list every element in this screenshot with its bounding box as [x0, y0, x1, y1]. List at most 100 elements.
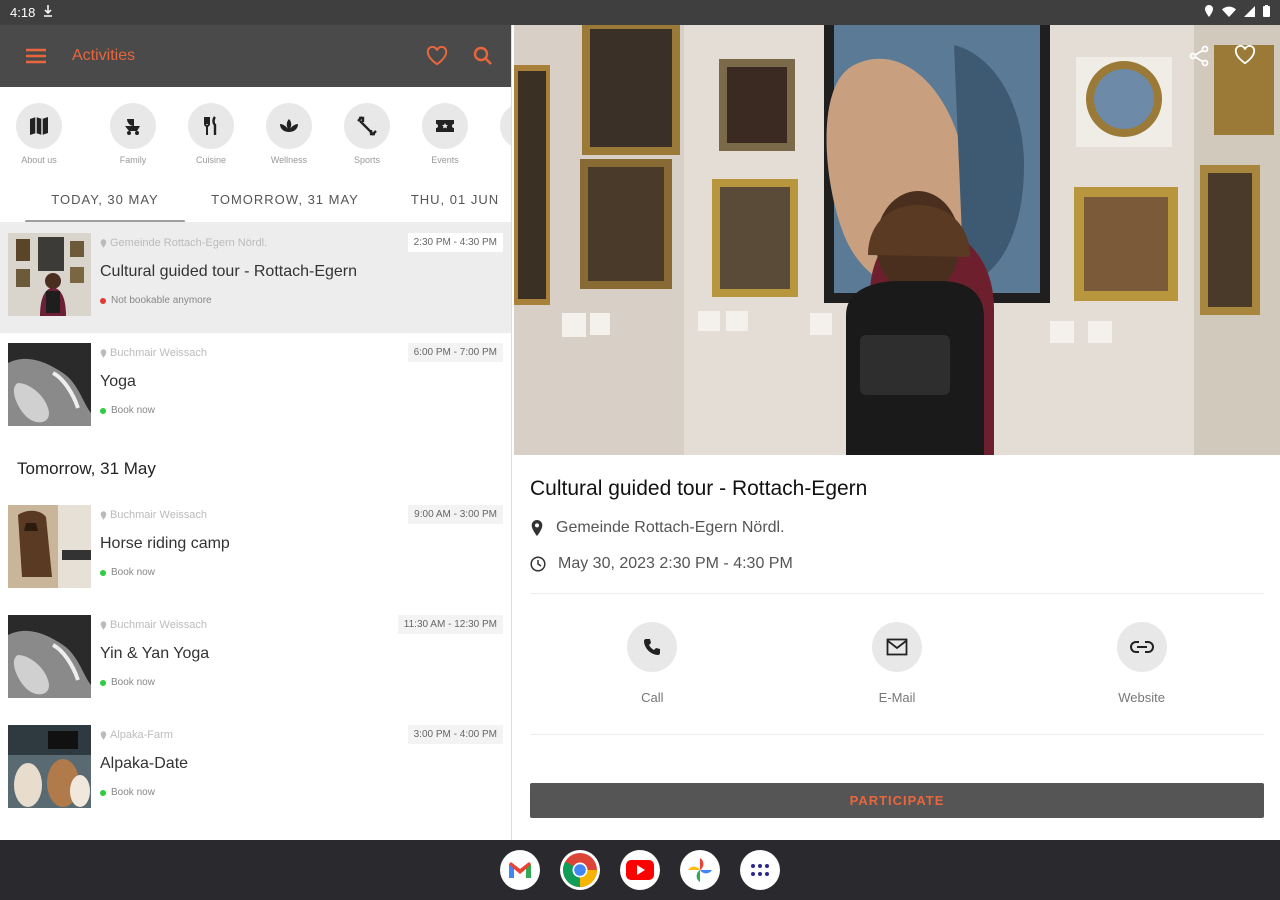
ticket-icon: [436, 120, 454, 132]
page-title: Activities: [72, 47, 136, 64]
category-cuisine[interactable]: Cuisine: [172, 103, 250, 177]
download-icon: [43, 5, 53, 20]
menu-icon[interactable]: [24, 44, 48, 68]
favorite-heart-icon[interactable]: [1234, 45, 1258, 69]
category-label: About us: [21, 155, 57, 165]
search-icon[interactable]: [471, 44, 495, 68]
gmail-icon[interactable]: [500, 850, 540, 890]
location-text: Buchmair Weissach: [110, 619, 207, 631]
status-dot: [100, 569, 106, 576]
activity-name: Alpaka-Date: [100, 755, 189, 772]
status-bar: 4:18: [0, 0, 1280, 25]
booking-status: Book now: [100, 787, 503, 798]
status-dot: [100, 789, 106, 796]
contact-actions: Call E-Mail Website: [530, 594, 1264, 734]
category-sports[interactable]: Sports: [328, 103, 406, 177]
map-icon: [30, 117, 48, 135]
hero-image: [514, 25, 1280, 455]
dumbbell-icon: [357, 116, 377, 136]
photos-icon[interactable]: [680, 850, 720, 890]
stroller-icon: [125, 119, 140, 135]
signal-icon: [1244, 5, 1255, 20]
battery-icon: [1263, 5, 1270, 20]
mail-icon: [886, 638, 908, 656]
status-dot: [100, 297, 106, 304]
section-header: Tomorrow, 31 May: [17, 459, 156, 478]
app-drawer-icon[interactable]: [740, 850, 780, 890]
tab-today[interactable]: TODAY, 30 MAY: [0, 177, 210, 222]
location-text: Buchmair Weissach: [110, 347, 207, 359]
list-item[interactable]: Buchmair Weissach 11:30 AM - 12:30 PM Yi…: [0, 605, 511, 715]
category-events[interactable]: Events: [406, 103, 484, 177]
location-pin-icon: [100, 238, 107, 248]
detail-title: Cultural guided tour - Rottach-Egern: [530, 477, 868, 500]
activity-thumbnail: [8, 725, 91, 808]
share-icon[interactable]: [1188, 45, 1212, 69]
detail-datetime: May 30, 2023 2:30 PM - 4:30 PM: [558, 555, 793, 572]
website-button[interactable]: Website: [1082, 622, 1202, 734]
list-item[interactable]: Gemeinde Rottach-Egern Nördl. 2:30 PM - …: [0, 223, 511, 333]
category-wellness[interactable]: Wellness: [250, 103, 328, 177]
action-label: Website: [1118, 690, 1165, 705]
activities-list-pane: Activities About us Family Cuisine Welln…: [0, 25, 512, 840]
status-time: 4:18: [10, 5, 36, 20]
clock-icon: [530, 556, 546, 572]
category-family[interactable]: Family: [94, 103, 172, 177]
time-badge: 6:00 PM - 7:00 PM: [407, 343, 503, 362]
detail-info: Cultural guided tour - Rottach-Egern Gem…: [514, 455, 1280, 735]
status-dot: [100, 407, 106, 414]
booking-status: Not bookable anymore: [100, 295, 503, 306]
wifi-icon: [1222, 5, 1236, 20]
category-label: Wellness: [270, 155, 308, 165]
list-item[interactable]: Alpaka-Farm 3:00 PM - 4:00 PM Alpaka-Dat…: [0, 715, 511, 825]
location-pin-icon: [100, 348, 107, 358]
location-status-icon: [1204, 5, 1214, 20]
location-text: Alpaka-Farm: [110, 729, 173, 741]
category-label: Family: [119, 155, 147, 165]
detail-location: Gemeinde Rottach-Egern Nördl.: [556, 519, 785, 536]
detail-location-row: Gemeinde Rottach-Egern Nördl.: [530, 519, 1264, 537]
tab-thursday[interactable]: THU, 01 JUN: [360, 177, 511, 222]
youtube-icon[interactable]: [620, 850, 660, 890]
category-more[interactable]: Ex: [484, 103, 511, 177]
location-pin-icon: [100, 510, 107, 520]
tab-tomorrow[interactable]: TOMORROW, 31 MAY: [210, 177, 360, 222]
status-text: Book now: [111, 405, 155, 416]
activity-name: Yin & Yan Yoga: [100, 645, 210, 662]
divider: [530, 734, 1264, 735]
status-dot: [100, 679, 106, 686]
category-about-us[interactable]: About us: [16, 103, 62, 177]
category-bar: About us Family Cuisine Wellness Sports …: [0, 87, 511, 177]
taskbar: [0, 840, 1280, 900]
detail-datetime-row: May 30, 2023 2:30 PM - 4:30 PM: [530, 555, 1264, 573]
favorites-heart-icon[interactable]: [425, 44, 449, 68]
status-text: Book now: [111, 677, 155, 688]
email-button[interactable]: E-Mail: [837, 622, 957, 734]
date-tabs: TODAY, 30 MAY TOMORROW, 31 MAY THU, 01 J…: [0, 177, 511, 223]
app-bar: Activities: [0, 25, 511, 87]
booking-status: Book now: [100, 677, 503, 688]
location-text: Gemeinde Rottach-Egern Nördl.: [110, 237, 268, 249]
activity-name: Yoga: [100, 373, 136, 390]
booking-status: Book now: [100, 567, 503, 578]
category-label: Sports: [353, 155, 380, 165]
chrome-icon[interactable]: [560, 850, 600, 890]
list-item[interactable]: Buchmair Weissach 6:00 PM - 7:00 PM Yoga…: [0, 333, 511, 443]
activity-name: Horse riding camp: [100, 535, 230, 552]
activity-list: Gemeinde Rottach-Egern Nördl. 2:30 PM - …: [0, 223, 511, 825]
participate-button[interactable]: PARTICIPATE: [530, 783, 1264, 818]
booking-status: Book now: [100, 405, 503, 416]
status-text: Not bookable anymore: [111, 295, 212, 306]
time-badge: 11:30 AM - 12:30 PM: [397, 615, 503, 634]
call-button[interactable]: Call: [592, 622, 712, 734]
location-pin-icon: [100, 730, 107, 740]
list-item[interactable]: Buchmair Weissach 9:00 AM - 3:00 PM Hors…: [0, 495, 511, 605]
utensils-icon: [204, 116, 217, 135]
time-badge: 9:00 AM - 3:00 PM: [408, 505, 503, 524]
activity-thumbnail: [8, 233, 91, 316]
location-text: Buchmair Weissach: [110, 509, 207, 521]
action-label: Call: [641, 690, 664, 705]
action-label: E-Mail: [878, 690, 916, 705]
lotus-icon: [280, 119, 298, 132]
activity-name: Cultural guided tour - Rottach-Egern: [100, 263, 358, 280]
